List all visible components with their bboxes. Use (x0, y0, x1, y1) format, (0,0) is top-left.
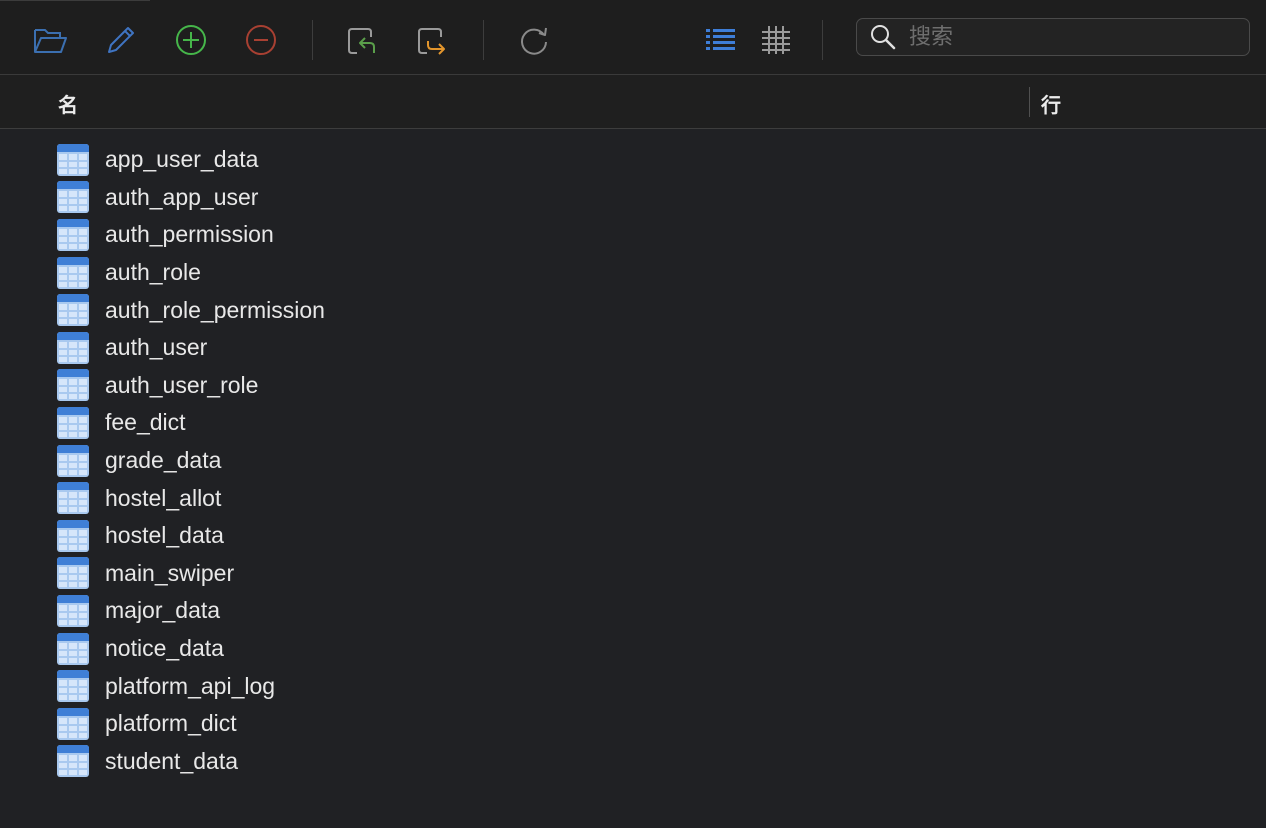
table-row[interactable]: hostel_data (0, 517, 1266, 555)
table-list: app_user_data auth_app_user auth_permiss… (0, 141, 1266, 780)
column-header: 名 行 (0, 75, 1266, 129)
table-icon (57, 519, 89, 552)
export-icon (418, 28, 445, 55)
table-row[interactable]: auth_role (0, 254, 1266, 292)
table-name: hostel_data (105, 522, 224, 549)
table-row[interactable]: platform_api_log (0, 667, 1266, 705)
refresh-icon (521, 27, 547, 55)
table-name: fee_dict (105, 409, 186, 436)
table-icon (57, 218, 89, 251)
toolbar-separator (822, 20, 823, 60)
table-icon (57, 256, 89, 289)
table-row[interactable]: platform_dict (0, 705, 1266, 743)
table-icon (57, 369, 89, 402)
import-button[interactable] (343, 22, 379, 58)
open-folder-button[interactable] (32, 22, 68, 58)
plus-circle-icon (176, 25, 206, 55)
table-icon (57, 482, 89, 515)
table-name: major_data (105, 597, 221, 624)
tab-indicator-line (0, 0, 150, 1)
table-name: auth_role_permission (105, 296, 325, 323)
export-button[interactable] (413, 22, 449, 58)
table-row[interactable]: app_user_data (0, 141, 1266, 179)
table-name: student_data (105, 747, 239, 774)
table-row[interactable]: fee_dict (0, 404, 1266, 442)
table-icon (57, 670, 89, 703)
table-icon (57, 406, 89, 439)
table-icon (57, 632, 89, 665)
table-row[interactable]: notice_data (0, 630, 1266, 668)
table-name: app_user_data (105, 146, 259, 173)
column-header-rows[interactable]: 行 (1041, 89, 1061, 118)
search-icon (869, 23, 897, 51)
table-name: notice_data (105, 635, 224, 662)
table-icon (57, 707, 89, 740)
table-name: main_swiper (105, 559, 235, 586)
table-name: auth_permission (105, 221, 274, 248)
column-header-name[interactable]: 名 (58, 89, 78, 118)
table-name: grade_data (105, 447, 222, 474)
table-name: auth_user_role (105, 371, 259, 398)
table-icon (57, 143, 89, 176)
pencil-icon (108, 27, 134, 53)
table-name: platform_dict (105, 710, 237, 737)
table-row[interactable]: major_data (0, 592, 1266, 630)
table-row[interactable]: auth_user_role (0, 367, 1266, 405)
table-name: auth_user (105, 334, 208, 361)
table-name: auth_role (105, 259, 201, 286)
list-view-icon (706, 29, 735, 50)
import-icon (348, 28, 375, 54)
table-row[interactable]: auth_permission (0, 216, 1266, 254)
edit-button[interactable] (102, 22, 138, 58)
table-name: hostel_allot (105, 484, 222, 511)
table-icon (57, 181, 89, 214)
list-view-button[interactable] (702, 22, 738, 58)
table-row[interactable]: auth_role_permission (0, 291, 1266, 329)
table-row[interactable]: student_data (0, 743, 1266, 781)
refresh-button[interactable] (516, 22, 552, 58)
folder-open-icon (34, 29, 67, 53)
search-input[interactable] (909, 24, 1229, 50)
search-box[interactable] (856, 18, 1250, 56)
table-row[interactable]: main_swiper (0, 555, 1266, 593)
table-icon (57, 594, 89, 627)
table-row[interactable]: auth_user (0, 329, 1266, 367)
add-button[interactable] (173, 22, 209, 58)
remove-button[interactable] (243, 22, 279, 58)
minus-circle-icon (246, 25, 276, 55)
table-row[interactable]: auth_app_user (0, 179, 1266, 217)
table-icon (57, 294, 89, 327)
table-icon (57, 745, 89, 778)
toolbar-separator (483, 20, 484, 60)
table-icon (57, 444, 89, 477)
toolbar (0, 0, 1266, 75)
column-resize-handle[interactable] (1029, 87, 1030, 117)
table-icon (57, 557, 89, 590)
table-name: auth_app_user (105, 183, 259, 210)
grid-view-button[interactable] (758, 22, 794, 58)
table-row[interactable]: hostel_allot (0, 479, 1266, 517)
grid-view-icon (762, 26, 790, 54)
table-icon (57, 331, 89, 364)
table-row[interactable]: grade_data (0, 442, 1266, 480)
toolbar-separator (312, 20, 313, 60)
table-name: platform_api_log (105, 672, 276, 699)
